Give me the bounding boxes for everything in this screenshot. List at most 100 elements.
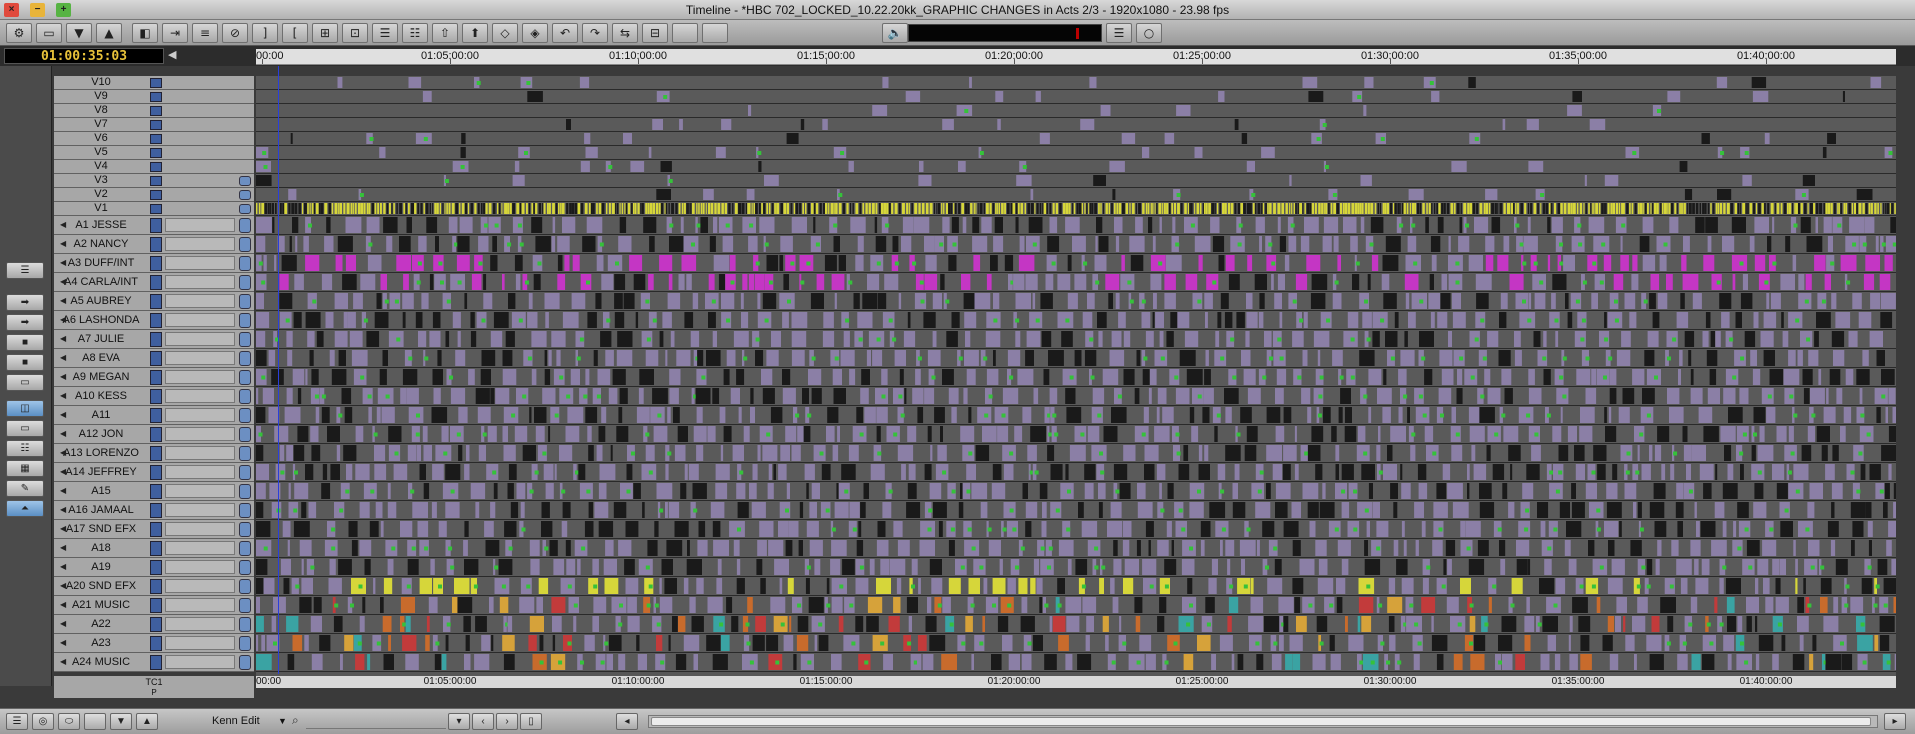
track-expand-icon[interactable]: ◀ [60, 216, 66, 234]
timeline-clip[interactable] [1061, 331, 1073, 347]
timeline-clip[interactable] [1074, 350, 1082, 366]
track-monitor-toggle[interactable] [150, 218, 162, 233]
timeline-clip[interactable] [1119, 616, 1122, 632]
timeline-clip[interactable] [1686, 203, 1688, 214]
timeline-clip[interactable] [721, 203, 724, 214]
timeline-clip[interactable] [1580, 635, 1590, 651]
timeline-clip[interactable] [1370, 217, 1384, 233]
timeline-clip[interactable] [1204, 369, 1211, 385]
timeline-clip[interactable] [1295, 203, 1297, 214]
timeline-clip[interactable] [1474, 217, 1489, 233]
timeline-clip[interactable] [543, 203, 546, 214]
track-header-row[interactable]: A19 ◀ [54, 558, 254, 577]
timeline-clip[interactable] [787, 578, 794, 594]
timeline-clip[interactable] [597, 369, 611, 385]
timeline-clip[interactable] [481, 203, 483, 214]
timeline-clip[interactable] [669, 236, 684, 252]
timeline-clip[interactable] [1725, 578, 1741, 594]
timeline-clip[interactable] [1870, 293, 1880, 309]
timeline-clip[interactable] [971, 483, 988, 499]
timeline-clip[interactable] [1567, 312, 1573, 328]
timeline-clip[interactable] [1781, 312, 1784, 328]
timeline-clip[interactable] [596, 203, 598, 214]
timeline-clip[interactable] [746, 189, 755, 200]
timeline-clip[interactable] [1277, 217, 1281, 233]
timeline-clip[interactable] [816, 274, 825, 290]
timeline-clip[interactable] [1652, 203, 1654, 214]
timeline-clip[interactable] [1335, 445, 1340, 461]
timeline-clip[interactable] [1703, 255, 1715, 271]
timeline-clip[interactable] [1609, 388, 1617, 404]
track-lock-icon[interactable] [239, 579, 251, 594]
timeline-clip[interactable] [1144, 464, 1155, 480]
timeline-clip[interactable] [1198, 445, 1203, 461]
timeline-clip[interactable] [1646, 559, 1653, 575]
timeline-clip[interactable] [1485, 236, 1495, 252]
timeline-clip[interactable] [1513, 203, 1515, 214]
timeline-clip[interactable] [1637, 203, 1640, 214]
timeline-clip[interactable] [966, 464, 976, 480]
track-header-row[interactable]: A5 AUBREY ◀ [54, 292, 254, 311]
timeline-clip[interactable] [1095, 236, 1098, 252]
eject-down-icon[interactable]: ▼ [66, 23, 92, 43]
timeline-clip[interactable] [380, 203, 382, 214]
track-volume-control[interactable] [165, 503, 235, 517]
match-frame-icon[interactable]: ⊟ [642, 23, 668, 43]
timeline-clip[interactable] [375, 502, 383, 518]
timeline-clip[interactable] [755, 203, 758, 214]
timeline-clip[interactable] [1227, 203, 1231, 214]
timeline-clip[interactable] [1439, 350, 1453, 366]
track-lock-icon[interactable] [239, 541, 251, 556]
timeline-clip[interactable] [1148, 540, 1151, 556]
timeline-clip[interactable] [720, 635, 730, 651]
timeline-clip[interactable] [1694, 502, 1697, 518]
timeline-clip[interactable] [1129, 236, 1145, 252]
timeline-clip[interactable] [1307, 445, 1321, 461]
timeline-clip[interactable] [387, 483, 391, 499]
timeline-clip[interactable] [667, 293, 681, 309]
timeline-clip[interactable] [806, 483, 809, 499]
timeline-clip[interactable] [1255, 502, 1271, 518]
timeline-clip[interactable] [1567, 105, 1582, 116]
timeline-clip[interactable] [551, 236, 556, 252]
timeline-clip[interactable] [1797, 597, 1804, 613]
timeline-clip[interactable] [1715, 331, 1721, 347]
timeline-clip[interactable] [1251, 483, 1265, 499]
timeline-clip[interactable] [1267, 578, 1283, 594]
timeline-clip[interactable] [1799, 635, 1804, 651]
track-monitor-toggle[interactable] [150, 465, 162, 480]
track-header-row[interactable]: V10 [54, 76, 254, 90]
timeline-clip[interactable] [1040, 293, 1053, 309]
timeline-clip[interactable] [755, 350, 764, 366]
timeline-clip[interactable] [1701, 654, 1715, 670]
timeline-clip[interactable] [1436, 654, 1444, 670]
timeline-clip[interactable] [791, 445, 801, 461]
timeline-clip[interactable] [680, 217, 684, 233]
timeline-clip[interactable] [1398, 369, 1407, 385]
timeline-clip[interactable] [1302, 203, 1304, 214]
timeline-clip[interactable] [1868, 540, 1872, 556]
timeline-clip[interactable] [1121, 133, 1136, 144]
timeline-clip[interactable] [838, 616, 844, 632]
source-monitor-icon[interactable]: ◧ [132, 23, 158, 43]
sliders-icon[interactable]: ☷ [6, 440, 44, 457]
timeline-clip[interactable] [552, 203, 555, 214]
timeline-clip[interactable] [316, 331, 324, 347]
timeline-clip[interactable] [1850, 597, 1864, 613]
timeline-clip[interactable] [1246, 161, 1255, 172]
timeline-clip[interactable] [1489, 203, 1491, 214]
timeline-clip[interactable] [750, 407, 755, 423]
timeline-clip[interactable] [764, 175, 779, 186]
timeline-clip[interactable] [600, 331, 612, 347]
timeline-clip[interactable] [258, 203, 261, 214]
timeline-clip[interactable] [298, 203, 301, 214]
timeline-clip[interactable] [1795, 559, 1798, 575]
timeline-clip[interactable] [1423, 77, 1436, 88]
timeline-clip[interactable] [426, 217, 438, 233]
timeline-clip[interactable] [1615, 616, 1621, 632]
timeline-clip[interactable] [1048, 350, 1064, 366]
timeline-clip[interactable] [733, 331, 749, 347]
timeline-clip[interactable] [606, 654, 613, 670]
timeline-clip[interactable] [1285, 654, 1293, 670]
timeline-clip[interactable] [654, 521, 659, 537]
